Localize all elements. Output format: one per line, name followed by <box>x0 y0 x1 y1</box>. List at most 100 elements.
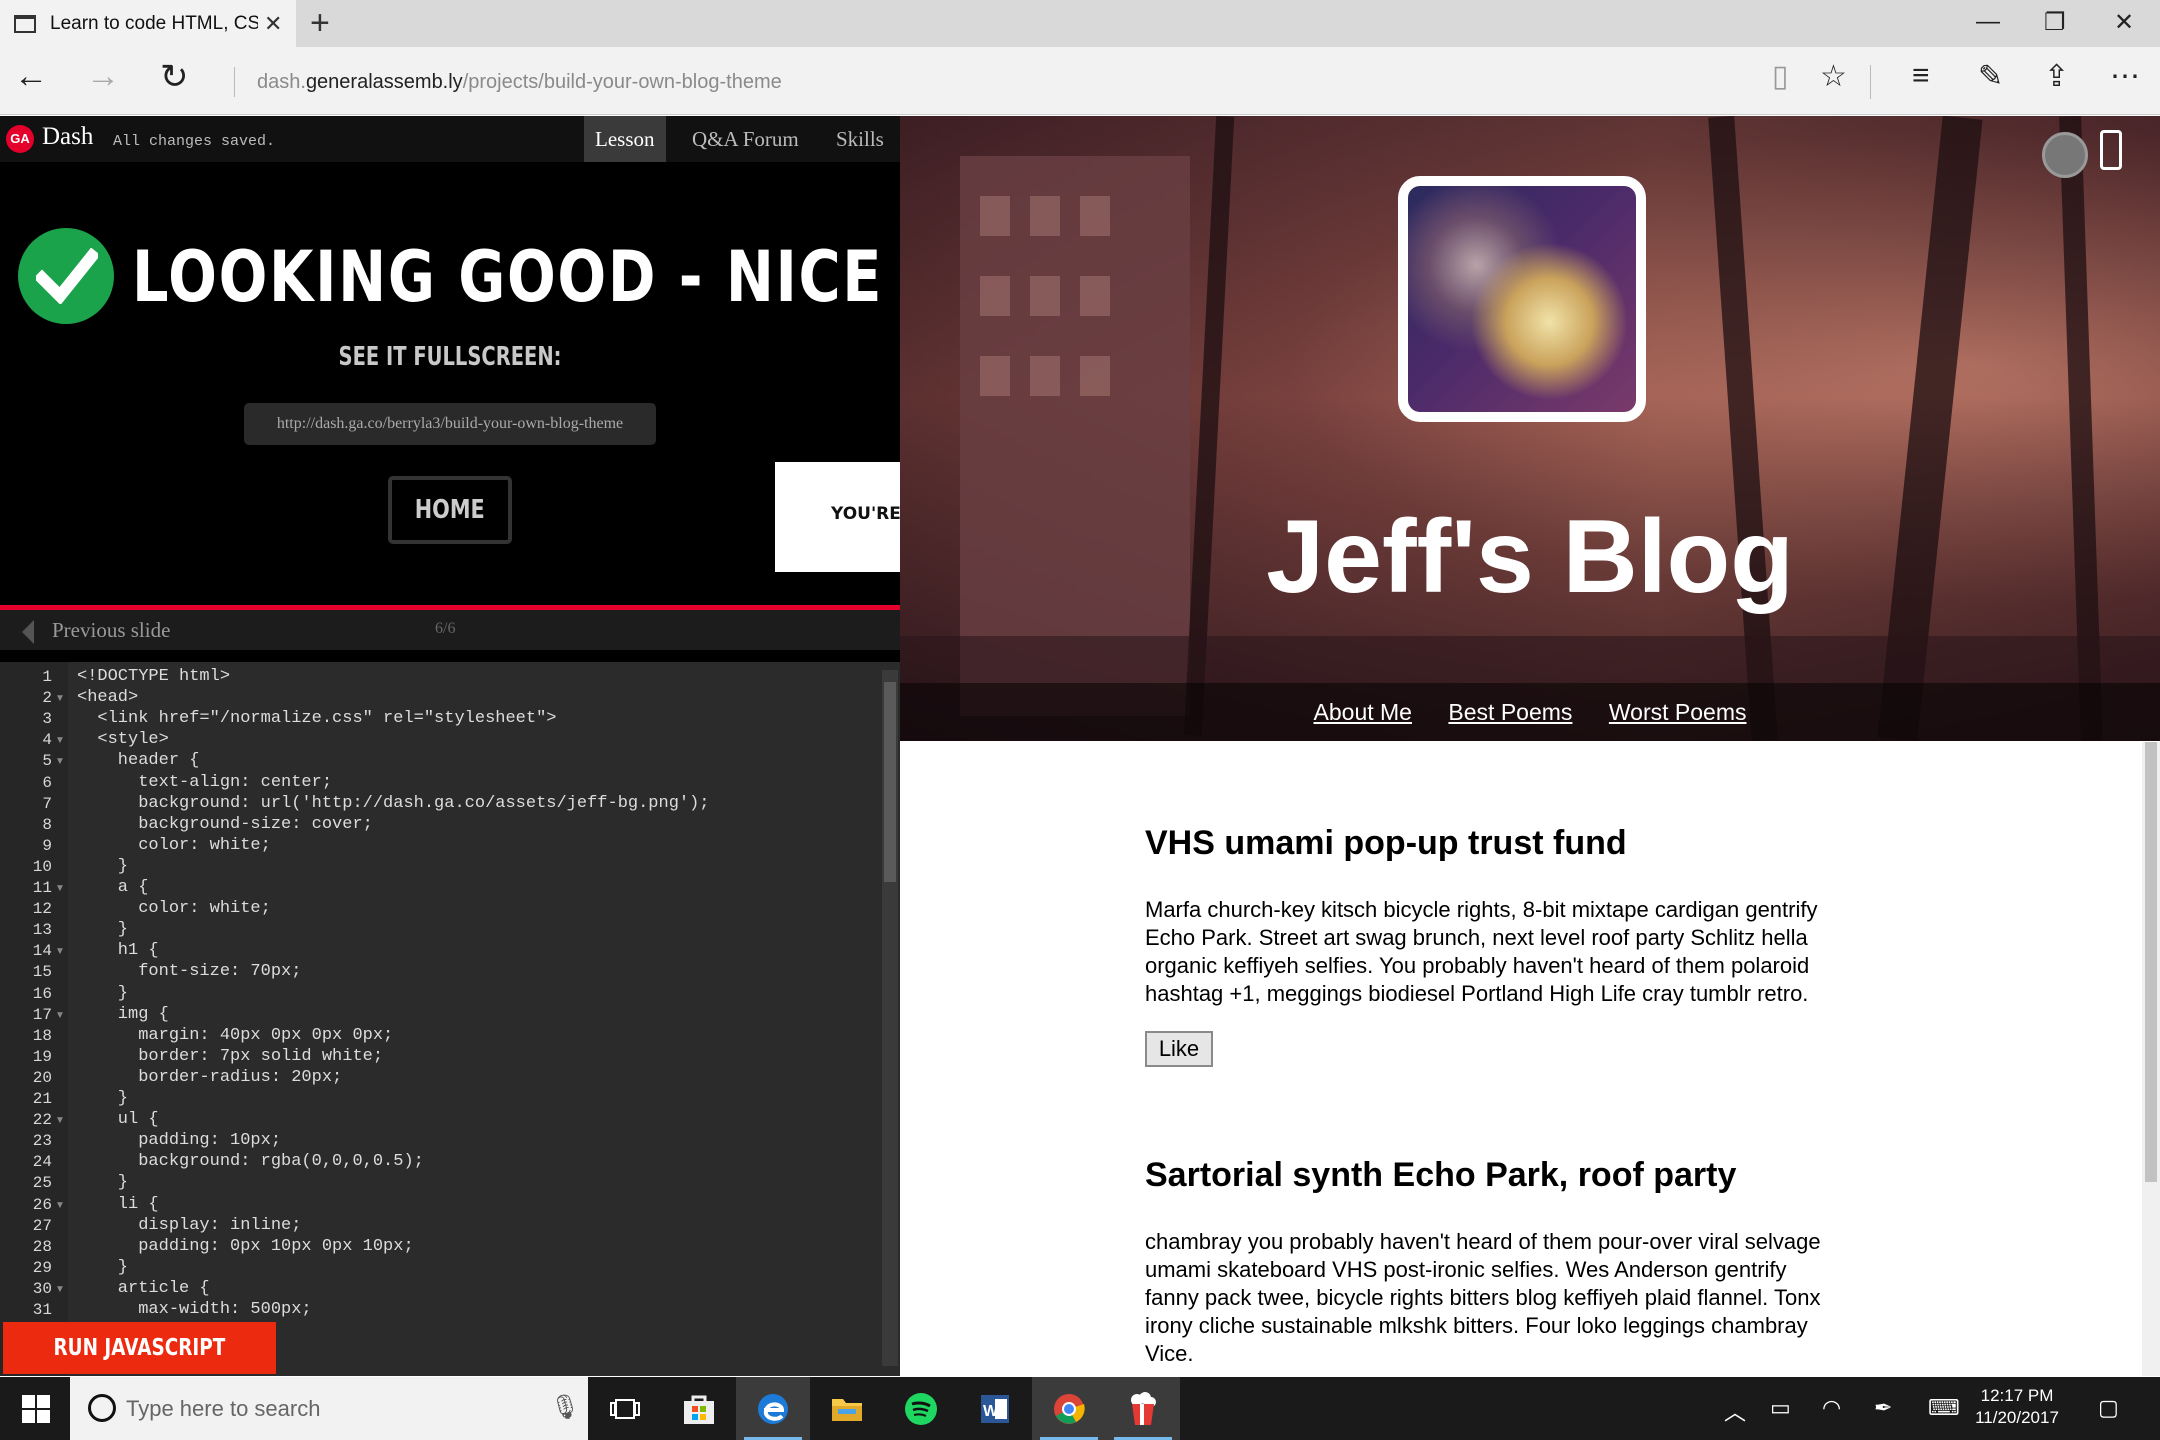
browser-tab[interactable]: Learn to code HTML, CS ✕ <box>0 0 296 47</box>
code-line[interactable]: } <box>77 920 128 939</box>
preview-scroll-thumb[interactable] <box>2145 742 2157 1182</box>
hub-icon[interactable]: ≡ <box>1912 59 1930 93</box>
minimize-button[interactable]: — <box>1976 8 2000 36</box>
mobile-preview-icon[interactable] <box>2100 130 2122 170</box>
task-view-icon[interactable] <box>588 1377 662 1440</box>
code-line[interactable]: img { <box>77 1005 169 1024</box>
code-line[interactable]: <style> <box>77 730 168 749</box>
code-line[interactable]: ul { <box>77 1110 159 1129</box>
show-hidden-icons[interactable]: ︿ <box>1724 1395 1746 1427</box>
pen-icon[interactable]: ✒ <box>1874 1395 1892 1421</box>
line-number: 11 <box>32 879 52 897</box>
fold-arrow-icon[interactable]: ▼ <box>55 883 65 894</box>
word-icon[interactable]: W <box>958 1377 1032 1440</box>
store-icon[interactable] <box>662 1377 736 1440</box>
microphone-icon[interactable]: 🎙 <box>550 1393 580 1422</box>
line-number: 30 <box>32 1279 52 1298</box>
popcorn-icon[interactable] <box>1106 1377 1180 1440</box>
fullscreen-url[interactable]: http://dash.ga.co/berryla3/build-your-ow… <box>244 403 656 445</box>
back-arrow-icon[interactable]: ← <box>14 57 48 96</box>
share-icon[interactable]: ⇪ <box>2044 59 2069 94</box>
editor-scroll-thumb[interactable] <box>884 682 896 882</box>
tab-title: Learn to code HTML, CS <box>50 12 258 34</box>
nav-link-worst-poems[interactable]: Worst Poems <box>1609 683 1747 741</box>
previous-arrow-icon[interactable] <box>22 620 34 644</box>
code-line[interactable]: background: url('http://dash.ga.co/asset… <box>77 794 709 813</box>
code-line[interactable]: } <box>77 984 128 1003</box>
next-step-card[interactable]: YOU'RE D <box>775 462 900 572</box>
nav-link-about-me[interactable]: About Me <box>1314 683 1412 741</box>
code-line[interactable]: background-size: cover; <box>77 815 373 834</box>
reading-view-icon[interactable]: ▯ <box>1772 59 1789 94</box>
tab-qa-forum[interactable]: Q&A Forum <box>681 116 810 162</box>
code-line[interactable]: <!DOCTYPE html> <box>77 667 230 686</box>
favorite-star-icon[interactable]: ☆ <box>1820 59 1847 94</box>
fold-arrow-icon[interactable]: ▼ <box>55 1010 65 1021</box>
code-line[interactable]: color: white; <box>77 899 271 918</box>
new-tab-button[interactable]: + <box>310 4 330 43</box>
line-number: 17 <box>32 1005 52 1024</box>
code-line[interactable]: li { <box>77 1195 159 1214</box>
code-line[interactable]: color: white; <box>77 836 271 855</box>
code-line[interactable]: <link href="/normalize.css" rel="stylesh… <box>77 709 556 728</box>
edge-icon[interactable] <box>736 1377 810 1440</box>
code-line[interactable]: margin: 40px 0px 0px 0px; <box>77 1026 393 1045</box>
nav-link-best-poems[interactable]: Best Poems <box>1448 683 1572 741</box>
run-javascript-button[interactable]: RUN JAVASCRIPT <box>3 1322 276 1374</box>
wifi-icon[interactable]: ◠ <box>1822 1395 1841 1421</box>
code-line[interactable]: h1 { <box>77 941 159 960</box>
web-note-icon[interactable]: ✎ <box>1978 59 2003 94</box>
fold-arrow-icon[interactable]: ▼ <box>55 946 65 957</box>
close-window-button[interactable]: ✕ <box>2114 8 2134 37</box>
fold-arrow-icon[interactable]: ▼ <box>55 1115 65 1126</box>
keyboard-icon[interactable]: ⌨ <box>1928 1395 1960 1421</box>
code-line[interactable]: } <box>77 1258 128 1277</box>
tab-skills[interactable]: Skills <box>825 116 895 162</box>
restore-button[interactable]: ❐ <box>2044 8 2066 37</box>
home-button-label: HOME <box>415 495 485 525</box>
forward-arrow-icon[interactable]: → <box>86 57 120 96</box>
building-window <box>980 356 1010 396</box>
address-field[interactable]: dash.generalassemb.ly/projects/build-you… <box>234 67 1734 97</box>
chrome-icon[interactable] <box>1032 1377 1106 1440</box>
tab-lesson[interactable]: Lesson <box>584 116 666 162</box>
like-button[interactable]: Like <box>1145 1031 1213 1067</box>
code-editor[interactable]: 1 2 ▼ 3 4 ▼ 5 ▼ 6 7 8 9 10 11 ▼ 12 13 14 ▼ 15 16 17 ▼ 18 19 20 21 2… <box>0 662 900 1376</box>
code-line[interactable]: header { <box>77 751 200 770</box>
fold-arrow-icon[interactable]: ▼ <box>55 756 65 767</box>
windows-start-icon[interactable] <box>22 1395 50 1428</box>
code-line[interactable]: display: inline; <box>77 1216 301 1235</box>
fold-arrow-icon[interactable]: ▼ <box>55 1284 65 1295</box>
battery-icon[interactable]: ▭ <box>1770 1395 1791 1421</box>
code-line[interactable]: border: 7px solid white; <box>77 1047 383 1066</box>
code-line[interactable]: background: rgba(0,0,0,0.5); <box>77 1152 424 1171</box>
code-line[interactable]: padding: 0px 10px 0px 10px; <box>77 1237 413 1256</box>
more-icon[interactable]: ⋯ <box>2110 59 2140 94</box>
home-button[interactable]: HOME <box>388 476 512 544</box>
preview-toggle[interactable] <box>2042 132 2088 178</box>
taskbar-search-box[interactable]: Type here to search 🎙 <box>70 1377 588 1440</box>
fold-arrow-icon[interactable]: ▼ <box>55 735 65 746</box>
code-line[interactable]: font-size: 70px; <box>77 962 301 981</box>
close-tab-icon[interactable]: ✕ <box>264 11 282 37</box>
code-line[interactable]: <head> <box>77 688 138 707</box>
fold-arrow-icon[interactable]: ▼ <box>55 693 65 704</box>
code-line[interactable]: a { <box>77 878 149 897</box>
refresh-icon[interactable]: ↻ <box>160 57 189 97</box>
code-line[interactable]: } <box>77 1089 128 1108</box>
dash-brand[interactable]: Dash <box>42 123 93 151</box>
previous-slide-link[interactable]: Previous slide <box>52 618 170 643</box>
ga-logo[interactable]: GA <box>6 125 34 153</box>
code-line[interactable]: padding: 10px; <box>77 1131 281 1150</box>
taskbar-clock[interactable]: 12:17 PM 11/20/2017 <box>1972 1385 2062 1429</box>
code-line[interactable]: max-width: 500px; <box>77 1300 311 1319</box>
fold-arrow-icon[interactable]: ▼ <box>55 1200 65 1211</box>
spotify-icon[interactable] <box>884 1377 958 1440</box>
file-explorer-icon[interactable] <box>810 1377 884 1440</box>
action-center-icon[interactable]: ▢ <box>2098 1395 2119 1421</box>
code-line[interactable]: border-radius: 20px; <box>77 1068 342 1087</box>
code-line[interactable]: } <box>77 857 128 876</box>
code-line[interactable]: } <box>77 1173 128 1192</box>
code-line[interactable]: article { <box>77 1279 210 1298</box>
code-line[interactable]: text-align: center; <box>77 773 332 792</box>
